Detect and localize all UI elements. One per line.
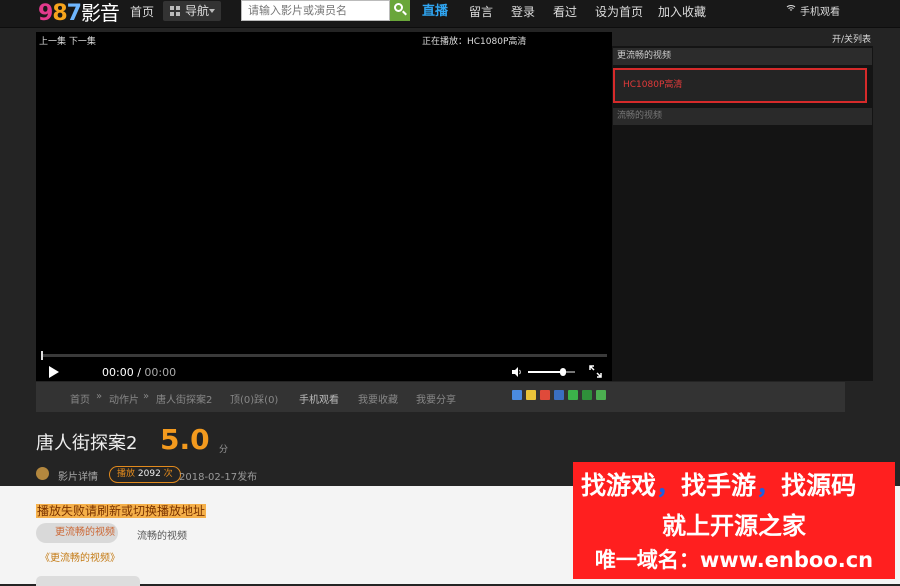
- mobile-watch-link[interactable]: 手机观看: [786, 3, 840, 18]
- now-playing: 正在播放：HC1080P高清: [422, 37, 527, 47]
- movie-score: 5.0: [160, 423, 210, 456]
- sina-weibo-icon[interactable]: [540, 390, 550, 400]
- nav-home-link[interactable]: 首页: [130, 0, 154, 24]
- toggle-list-button[interactable]: 开/关列表: [832, 32, 871, 45]
- prev-next-episode[interactable]: 上一集 下一集: [39, 34, 96, 47]
- nav-set-home-link[interactable]: 设为首页: [595, 0, 643, 24]
- volume-knob[interactable]: [560, 368, 567, 376]
- mobile-watch-button[interactable]: 手机观看: [299, 391, 339, 406]
- lower-tab-bar: [36, 576, 140, 586]
- playlist-header-2: 流畅的视频: [613, 108, 872, 125]
- movie-title: 唐人街探案2: [36, 433, 138, 454]
- nav-guide-dropdown[interactable]: 导航: [163, 1, 221, 21]
- avatar: [36, 467, 49, 480]
- play-icon[interactable]: [49, 366, 59, 378]
- search-button[interactable]: [390, 0, 410, 21]
- kaixin-icon[interactable]: [596, 390, 606, 400]
- breadcrumb-current: 唐人街探案2: [156, 395, 213, 406]
- nav-message-link[interactable]: 留言: [469, 0, 493, 24]
- share-icons: [512, 390, 606, 400]
- movie-meta: 影片详情 播放 2092 次 2018-02-17发布: [36, 465, 596, 483]
- playlist-header: 更流畅的视频: [613, 48, 872, 65]
- time-display: 00:00 / 00:00: [102, 366, 177, 379]
- progress-bar[interactable]: [41, 351, 607, 360]
- nav-live-link[interactable]: 直播: [422, 0, 448, 24]
- volume-slider[interactable]: [528, 368, 575, 376]
- smoother-video-link[interactable]: 《更流畅的视频》: [40, 549, 120, 564]
- publish-date: 2018-02-17发布: [179, 472, 258, 483]
- site-logo[interactable]: 987影音: [38, 0, 120, 28]
- play-count-badge: 播放 2092 次: [109, 466, 181, 483]
- nav-login-link[interactable]: 登录: [511, 0, 535, 24]
- score-unit: 分: [219, 445, 229, 455]
- progress-knob[interactable]: [41, 351, 43, 360]
- playlist-panel: 更流畅的视频 HC1080P高清 流畅的视频: [612, 46, 873, 381]
- volume-icon[interactable]: [512, 367, 522, 377]
- tencent-weibo-icon[interactable]: [526, 390, 536, 400]
- douban-icon[interactable]: [582, 390, 592, 400]
- search-input[interactable]: [241, 0, 390, 21]
- nav-watched-link[interactable]: 看过: [553, 0, 577, 24]
- video-player[interactable]: 上一集 下一集 正在播放：HC1080P高清 00:00 / 00:00: [36, 32, 612, 381]
- vote-buttons[interactable]: 顶(0)踩(0): [230, 391, 278, 406]
- share-button[interactable]: 我要分享: [416, 391, 456, 406]
- qzone-icon[interactable]: [512, 390, 522, 400]
- wechat-icon[interactable]: [568, 390, 578, 400]
- caret-down-icon: [209, 9, 215, 13]
- tab-smooth-video[interactable]: 流畅的视频: [137, 527, 187, 542]
- renren-icon[interactable]: [554, 390, 564, 400]
- wifi-icon: [786, 5, 796, 11]
- movie-details-link[interactable]: 影片详情: [58, 468, 98, 483]
- nav-favorite-link[interactable]: 加入收藏: [658, 0, 706, 24]
- grid-icon: [170, 6, 180, 16]
- tab-smoother-video[interactable]: 更流畅的视频: [36, 523, 118, 543]
- play-fail-notice: 播放失败请刷新或切换播放地址: [36, 504, 207, 518]
- top-navbar: 987影音 首页 导航 直播 留言 登录 看过 设为首页 加入收藏 手机观看: [0, 0, 900, 28]
- breadcrumb-home[interactable]: 首页: [70, 391, 90, 406]
- volume-fill: [528, 371, 564, 373]
- breadcrumb: 首页 » 动作片 » 唐人街探案2 顶(0)踩(0) 手机观看 我要收藏 我要分…: [36, 382, 845, 412]
- breadcrumb-category[interactable]: 动作片: [109, 391, 139, 406]
- watermark-banner: 找游戏，找手游，找源码 就上开源之家 唯一域名：www.enboo.cn: [573, 462, 895, 579]
- favorite-button[interactable]: 我要收藏: [358, 391, 398, 406]
- playlist-source-item[interactable]: HC1080P高清: [613, 68, 867, 103]
- fullscreen-icon[interactable]: [589, 365, 602, 378]
